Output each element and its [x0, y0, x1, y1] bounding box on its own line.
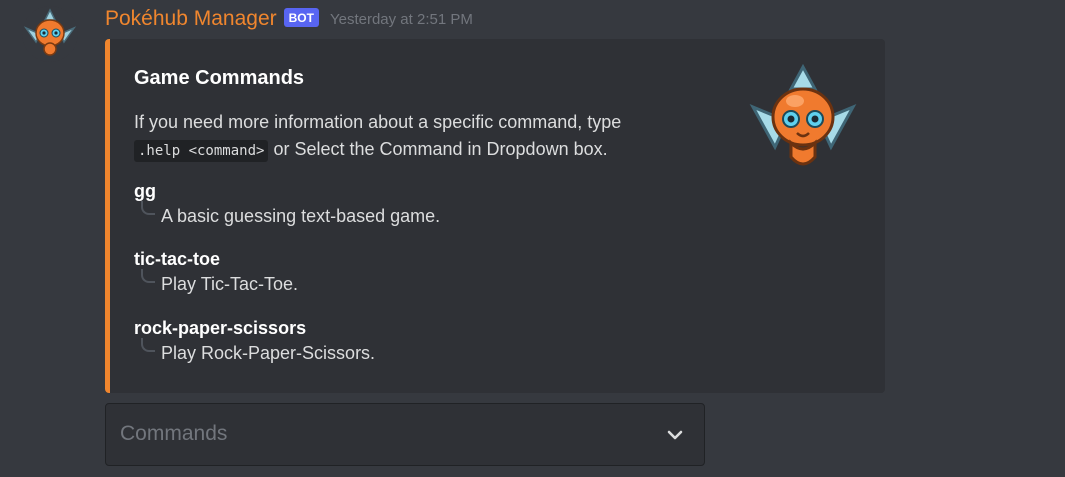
field-value: A basic guessing text-based game. [134, 201, 441, 229]
reply-arrow-icon [141, 201, 155, 215]
author-name[interactable]: Pokéhub Manager [105, 7, 277, 31]
field-gg: gg A basic guessing text-based game. [134, 179, 440, 229]
message-header: Pokéhub Manager BOT Yesterday at 2:51 PM [105, 6, 473, 32]
commands-dropdown[interactable]: Commands [105, 403, 705, 466]
field-value-text: A basic guessing text-based game. [161, 206, 441, 226]
reply-arrow-icon [141, 338, 155, 352]
field-value-text: Play Rock-Paper-Scissors. [161, 343, 376, 363]
message-timestamp[interactable]: Yesterday at 2:51 PM [330, 11, 473, 28]
dropdown-placeholder: Commands [120, 422, 228, 445]
embed-description: If you need more information about a spe… [134, 109, 694, 165]
rotom-thumbnail-icon[interactable] [745, 63, 861, 179]
reply-arrow-icon [141, 269, 155, 283]
rotom-avatar-icon[interactable] [22, 6, 78, 62]
field-rock-paper-scissors: rock-paper-scissors Play Rock-Paper-Scis… [134, 316, 375, 366]
chat-message: Pokéhub Manager BOT Yesterday at 2:51 PM… [0, 0, 1065, 477]
field-value: Play Tic-Tac-Toe. [134, 269, 299, 297]
field-name: gg [134, 181, 156, 201]
description-text: If you need more information about a spe… [134, 112, 622, 132]
field-name: tic-tac-toe [134, 249, 221, 269]
field-name: rock-paper-scissors [134, 318, 307, 338]
bot-badge: BOT [283, 7, 319, 27]
field-value-text: Play Tic-Tac-Toe. [161, 274, 299, 294]
help-command-code: .help <command> [134, 140, 269, 162]
field-tic-tac-toe: tic-tac-toe Play Tic-Tac-Toe. [134, 247, 298, 297]
chevron-down-icon[interactable] [666, 426, 684, 444]
command-embed: Game Commands If you need more informati… [105, 39, 885, 393]
embed-title: Game Commands [134, 67, 305, 89]
field-value: Play Rock-Paper-Scissors. [134, 338, 376, 366]
description-text-after: or Select the Command in Dropdown box. [268, 139, 608, 159]
